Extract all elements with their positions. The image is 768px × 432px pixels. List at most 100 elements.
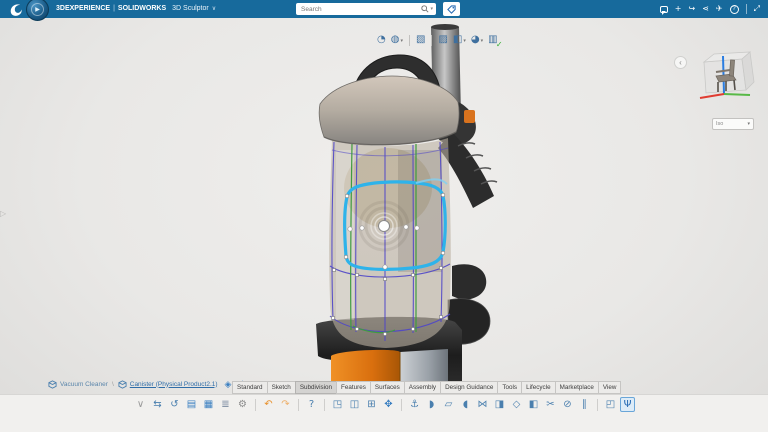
app-name[interactable]: 3D Sculptor [172, 5, 209, 12]
redo-icon[interactable]: ↷ [278, 397, 293, 412]
brand-3dexperience: 3DEXPERIENCE [56, 5, 110, 12]
search-input[interactable] [299, 5, 420, 14]
action-bar: ∨⇆↺▤▦≣⚙ ↶↷? ◳◫⊞✥ ⚓◗▱◖⋈◨◇◧✂⊘∥ ◰Ψ [0, 394, 768, 432]
tab-subdivision[interactable]: Subdivision [295, 381, 337, 394]
toolbar-separator [401, 399, 402, 411]
brand-solidworks: SOLIDWORKS [118, 5, 166, 12]
split-face-icon[interactable]: ▱ [441, 397, 456, 412]
add-icon[interactable]: + [675, 5, 682, 13]
save-with-options-icon[interactable]: ▦ [201, 397, 216, 412]
primitive-insert-icon-dropdown[interactable]: ▾ [463, 38, 466, 44]
app-window: ◔◍▾▧▨◧▾◕▾▥✓ ‹ [0, 0, 768, 432]
toolbar-separator [431, 35, 432, 46]
tags-button[interactable] [443, 2, 460, 16]
product-cube-icon [118, 380, 127, 389]
3ds-compass-logo[interactable] [8, 2, 23, 16]
confirm-check-icon: ✓ [496, 41, 503, 49]
view-triad[interactable] [688, 48, 764, 114]
search-scope-chevron[interactable]: ▾ [430, 6, 433, 12]
primitive-cylinder-icon[interactable]: ◫ [347, 397, 362, 412]
fullscreen-icon[interactable]: ⤢ [754, 5, 760, 13]
product-cube-icon [48, 380, 57, 389]
move-element-icon[interactable]: ✥ [381, 397, 396, 412]
properties-icon[interactable]: ≣ [218, 397, 233, 412]
section-view-icon[interactable]: ▧ [415, 34, 426, 46]
canister-cap[interactable] [319, 76, 459, 145]
tab-marketplace[interactable]: Marketplace [555, 381, 599, 394]
help-icon[interactable]: ? [304, 397, 319, 412]
flag-face-icon[interactable]: ◨ [492, 397, 507, 412]
bridge-faces-icon[interactable]: ⋈ [475, 397, 490, 412]
platform-icons: + ↪ ⋖ ✈ ? ⤢ [660, 0, 760, 18]
render-style-icon[interactable]: ◍▾ [390, 34, 404, 46]
tab-tools[interactable]: Tools [497, 381, 522, 394]
tab-view[interactable]: View [598, 381, 622, 394]
tab-design-guidance[interactable]: Design Guidance [440, 381, 498, 394]
view-selector-value: Iso [716, 121, 723, 127]
toolbar-separator [324, 399, 325, 411]
display-states-icon[interactable]: ◈ [225, 379, 232, 390]
collapse-toolbar-chevron[interactable]: ∨ [133, 397, 148, 412]
search-icon[interactable] [421, 5, 429, 13]
extrude-face-icon[interactable]: ◗ [424, 397, 439, 412]
top-bar: ▶ 3DEXPERIENCE|SOLIDWORKS3D Sculptor∨ ▾ … [0, 0, 768, 18]
tab-standard[interactable]: Standard [232, 381, 268, 394]
exit-subdivision-icon[interactable]: ▥✓ [487, 34, 498, 46]
undo-icon[interactable]: ↶ [261, 397, 276, 412]
breadcrumb: Vacuum Cleaner \ Canister (Physical Prod… [48, 377, 255, 391]
display-quality-icon[interactable]: ◔ [376, 34, 387, 46]
tab-assembly[interactable]: Assembly [404, 381, 441, 394]
center-of-mass-icon[interactable]: ⚓ [407, 397, 422, 412]
symmetry-icon-dropdown[interactable]: ▾ [481, 38, 484, 44]
remove-loop-icon[interactable]: ⊘ [560, 397, 575, 412]
skew-icon[interactable]: ∥ [577, 397, 592, 412]
app-icon-3d-sculptor[interactable]: ▶ [26, 0, 49, 21]
brand-titles: 3DEXPERIENCE|SOLIDWORKS 3D Sculptor∨ [56, 5, 216, 12]
history-icon[interactable]: ↺ [167, 397, 182, 412]
fill-face-icon[interactable]: ◖ [458, 397, 473, 412]
hose-latch-orange[interactable] [464, 110, 475, 123]
comment-icon[interactable] [660, 6, 668, 13]
canister-latch-upper[interactable] [452, 264, 486, 300]
app-switcher-chevron[interactable]: ∨ [212, 6, 216, 12]
collapse-view-tools-button[interactable]: ‹ [674, 56, 687, 69]
edit-cage-icon[interactable]: ▨ [437, 34, 448, 46]
share-icon[interactable]: ⇆ [150, 397, 165, 412]
toolbar-separator [409, 35, 410, 46]
play-icon: ▶ [31, 3, 44, 16]
primitive-insert-icon[interactable]: ◧▾ [452, 34, 467, 46]
view-selector-dropdown[interactable]: Iso ▾ [712, 118, 754, 130]
breadcrumb-current-link[interactable]: Canister (Physical Product2.1) [130, 381, 218, 388]
convert-to-brep-icon[interactable]: ◰ [603, 397, 618, 412]
convert-sketch-icon[interactable]: ◳ [330, 397, 345, 412]
toolbar-separator [597, 399, 598, 411]
knife-split-icon[interactable]: ✂ [543, 397, 558, 412]
box-mode-icon[interactable]: ◧ [526, 397, 541, 412]
chevron-down-icon: ▾ [747, 121, 750, 127]
tab-sketch[interactable]: Sketch [267, 381, 296, 394]
rotate-cage-icon[interactable]: ◇ [509, 397, 524, 412]
whats-new-icon[interactable]: ✈ [716, 5, 723, 13]
share-icon[interactable]: ↪ [688, 5, 695, 13]
save-icon[interactable]: ▤ [184, 397, 199, 412]
help-icon[interactable]: ? [730, 5, 739, 14]
share-network-icon[interactable]: ⋖ [702, 5, 709, 13]
tag-icon [447, 5, 456, 14]
vacuum-cleaner-model[interactable] [0, 18, 768, 432]
symmetry-icon[interactable]: ◕▾ [470, 34, 484, 46]
expand-left-panel-button[interactable]: ▷ [0, 205, 11, 221]
brand-divider: | [113, 5, 115, 12]
tab-features[interactable]: Features [336, 381, 371, 394]
toolbar-separator [298, 399, 299, 411]
tab-lifecycle[interactable]: Lifecycle [521, 381, 556, 394]
ribbon-tabs: Standard Sketch Subdivision Features Sur… [233, 381, 621, 394]
breadcrumb-root[interactable]: Vacuum Cleaner [60, 381, 108, 388]
orientation-widget: ‹ Iso [688, 48, 764, 136]
tab-surfaces[interactable]: Surfaces [370, 381, 405, 394]
primitive-box-icon[interactable]: ⊞ [364, 397, 379, 412]
settings-gear-icon[interactable]: ⚙ [235, 397, 250, 412]
topbar-divider [746, 4, 747, 14]
subdivision-mode-icon[interactable]: Ψ [620, 397, 635, 412]
3d-viewport[interactable]: ◔◍▾▧▨◧▾◕▾▥✓ ‹ [0, 18, 768, 432]
render-style-icon-dropdown[interactable]: ▾ [400, 38, 403, 44]
